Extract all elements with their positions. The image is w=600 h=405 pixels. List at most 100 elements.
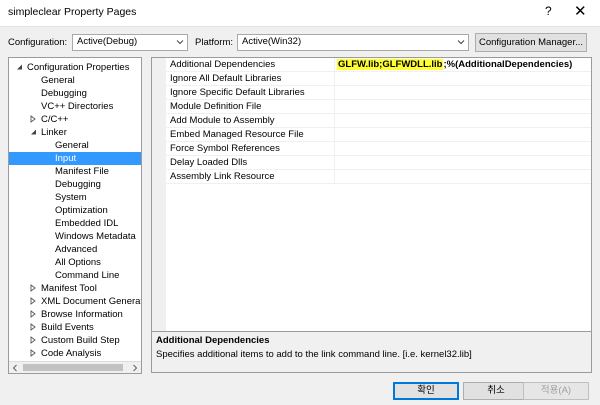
tree-spacer [43,258,51,266]
cancel-button[interactable]: 취소 [463,382,529,400]
tree-item-label: Advanced [55,244,98,255]
tree-item-label: Manifest Tool [41,283,97,294]
property-name: Ignore All Default Libraries [170,73,282,84]
tree-item-label: Embedded IDL [55,218,119,229]
property-row[interactable]: Add Module to Assembly [166,114,591,128]
tree-item[interactable]: Command Line [9,269,141,282]
tree-item-label: Linker [41,127,67,138]
column-divider [334,114,335,127]
tree-item[interactable]: Advanced [9,243,141,256]
configuration-value: Active(Debug) [77,36,138,47]
tree-item[interactable]: Browse Information [9,308,141,321]
tree-item-label: General [55,140,89,151]
tree-item[interactable]: XML Document Generator [9,295,141,308]
tree-item[interactable]: Optimization [9,204,141,217]
column-divider [334,156,335,169]
tree-collapsed-icon[interactable] [29,336,37,344]
property-grid: Additional Dependencies GLFW.lib;GLFWDLL.… [151,57,592,350]
tree-spacer [29,102,37,110]
tree-item[interactable]: All Options [9,256,141,269]
property-row[interactable]: Embed Managed Resource File [166,128,591,142]
tree-spacer [43,141,51,149]
chevron-down-icon [176,40,184,45]
tree-item[interactable]: General [9,139,141,152]
tree-expanded-icon[interactable] [15,63,23,71]
tree-collapsed-icon[interactable] [29,349,37,357]
property-row[interactable]: Force Symbol References [166,142,591,156]
tree-horizontal-scrollbar[interactable] [9,361,141,373]
tree-spacer [29,89,37,97]
tree-item-label: VC++ Directories [41,101,114,112]
tree-item[interactable]: General [9,74,141,87]
tree-collapsed-icon[interactable] [29,310,37,318]
property-row[interactable]: Module Definition File [166,100,591,114]
property-row[interactable]: Ignore All Default Libraries [166,72,591,86]
ok-button[interactable]: 확인 [393,382,459,400]
tree-item[interactable]: Embedded IDL [9,217,141,230]
property-name: Delay Loaded Dlls [170,157,248,168]
property-name: Additional Dependencies [170,59,276,70]
tree-item[interactable]: Debugging [9,178,141,191]
scrollbar-thumb[interactable] [23,364,123,371]
tree-item-label: Configuration Properties [27,62,130,73]
column-divider [334,86,335,99]
property-row[interactable]: Ignore Specific Default Libraries [166,86,591,100]
property-value[interactable]: GLFW.lib;GLFWDLL.lib;%(AdditionalDepende… [337,58,572,71]
highlighted-value: GLFW.lib;GLFWDLL.lib [337,59,444,70]
tree-expanded-icon[interactable] [29,128,37,136]
property-name: Module Definition File [170,101,262,112]
title-bar: simpleclear Property Pages ? ✕ [0,0,600,26]
tree-item-label: Debugging [55,179,101,190]
property-name: Embed Managed Resource File [170,129,304,140]
property-name: Add Module to Assembly [170,115,275,126]
tree-item[interactable]: Linker [9,126,141,139]
tree-collapsed-icon[interactable] [29,323,37,331]
platform-dropdown[interactable]: Active(Win32) [237,34,469,51]
tree-item-label: Command Line [55,270,120,281]
help-button[interactable]: ? [545,4,552,18]
tree-item[interactable]: VC++ Directories [9,100,141,113]
tree-item[interactable]: Custom Build Step [9,334,141,347]
tree-item[interactable]: Build Events [9,321,141,334]
tree-collapsed-icon[interactable] [29,284,37,292]
window-title: simpleclear Property Pages [8,6,137,18]
description-text: Specifies additional items to add to the… [156,349,472,360]
column-divider [334,128,335,141]
configuration-dropdown[interactable]: Active(Debug) [72,34,188,51]
property-row[interactable]: Additional Dependencies GLFW.lib;GLFWDLL.… [166,58,591,72]
tree-item-label: Custom Build Step [41,335,120,346]
tree-item[interactable]: Manifest Tool [9,282,141,295]
value-rest: ;%(AdditionalDependencies) [443,59,573,70]
tree-item[interactable]: Manifest File [9,165,141,178]
scroll-left-icon[interactable] [11,364,19,372]
property-row[interactable]: Assembly Link Resource [166,170,591,184]
tree-spacer [43,180,51,188]
tree-item[interactable]: Configuration Properties [9,61,141,74]
close-button[interactable]: ✕ [574,2,587,20]
property-name: Assembly Link Resource [170,171,275,182]
property-row[interactable]: Delay Loaded Dlls [166,156,591,170]
tree-item-label: System [55,192,87,203]
tree-item[interactable]: C/C++ [9,113,141,126]
tree-collapsed-icon[interactable] [29,297,37,305]
tree-item-label: XML Document Generator [41,296,142,307]
tree-item-label: C/C++ [41,114,69,125]
tree-spacer [43,271,51,279]
tree-item-label: Code Analysis [41,348,102,359]
column-divider [334,58,335,71]
configuration-manager-button[interactable]: Configuration Manager... [475,33,587,52]
tree-item[interactable]: System [9,191,141,204]
tree-item[interactable]: Debugging [9,87,141,100]
tree-collapsed-icon[interactable] [29,115,37,123]
tree-item-label: Optimization [55,205,108,216]
tree-spacer [43,206,51,214]
tree-item[interactable]: Windows Metadata [9,230,141,243]
column-divider [334,142,335,155]
tree-item-label: General [41,75,75,86]
tree-spacer [43,245,51,253]
tree-item[interactable]: Code Analysis [9,347,141,360]
tree-spacer [43,167,51,175]
scroll-right-icon[interactable] [131,364,139,372]
tree-item[interactable]: Input [9,152,141,165]
apply-button[interactable]: 적용(A) [523,382,589,400]
